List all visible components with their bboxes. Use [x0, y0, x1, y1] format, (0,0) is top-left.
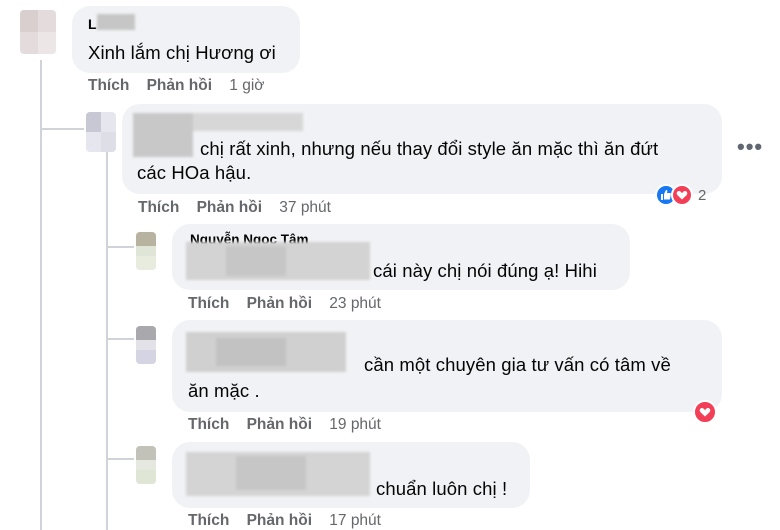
comment-actions: Thích Phản hồi 23 phút	[188, 295, 381, 313]
like-link[interactable]: Thích	[188, 416, 229, 433]
comment-actions: Thích Phản hồi 17 phút	[188, 512, 381, 530]
thread-line	[106, 150, 108, 530]
timestamp[interactable]: 19 phút	[329, 416, 381, 433]
comment-author[interactable]: L	[88, 16, 97, 32]
comment-actions: Thích Phản hồi 19 phút	[188, 416, 381, 434]
like-link[interactable]: Thích	[88, 77, 129, 94]
comment-text: cần một chuyên gia tư vấn có tâm về	[364, 354, 671, 375]
love-icon	[671, 184, 693, 206]
reaction-summary[interactable]: 2	[655, 184, 706, 206]
avatar[interactable]	[136, 326, 156, 364]
blurred-author	[97, 14, 135, 30]
comment-text: ăn mặc .	[188, 380, 260, 401]
more-options-icon[interactable]: •••	[737, 134, 763, 160]
avatar[interactable]	[86, 112, 116, 152]
timestamp[interactable]: 17 phút	[329, 512, 381, 529]
comment-text: chị rất xinh, nhưng nếu thay đổi style ă…	[200, 138, 659, 159]
reply-link[interactable]: Phản hồi	[247, 512, 312, 529]
reply-link[interactable]: Phản hồi	[247, 295, 312, 312]
timestamp[interactable]: 37 phút	[279, 199, 331, 216]
comment-text: Xinh lắm chị Hương ơi	[88, 42, 276, 63]
thread-line	[40, 60, 42, 530]
reaction-summary[interactable]	[693, 400, 717, 424]
comment-actions: Thích Phản hồi 1 giờ	[88, 77, 264, 95]
comment-text: chuẩn luôn chị !	[376, 478, 508, 499]
like-link[interactable]: Thích	[188, 295, 229, 312]
blurred-name	[186, 332, 346, 372]
thread-line	[106, 338, 134, 340]
thread-line	[106, 458, 134, 460]
thread-line	[106, 246, 134, 248]
comment-text: các HOa hậu.	[137, 162, 252, 183]
thread-line	[40, 128, 84, 130]
avatar[interactable]	[136, 446, 156, 484]
reply-link[interactable]: Phản hồi	[147, 77, 212, 94]
like-link[interactable]: Thích	[188, 512, 229, 529]
avatar[interactable]	[136, 232, 156, 270]
reply-link[interactable]: Phản hồi	[247, 416, 312, 433]
reaction-count: 2	[698, 186, 707, 204]
comment-text: cái này chị nói đúng ạ! Hihi	[373, 260, 597, 281]
blurred-name	[186, 242, 370, 280]
like-link[interactable]: Thích	[138, 199, 179, 216]
comment-actions: Thích Phản hồi 37 phút	[138, 199, 331, 217]
reply-link[interactable]: Phản hồi	[197, 199, 262, 216]
blurred-name	[186, 452, 370, 496]
timestamp[interactable]: 1 giờ	[229, 77, 264, 94]
timestamp[interactable]: 23 phút	[329, 295, 381, 312]
avatar[interactable]	[20, 10, 56, 54]
love-icon	[693, 400, 717, 424]
